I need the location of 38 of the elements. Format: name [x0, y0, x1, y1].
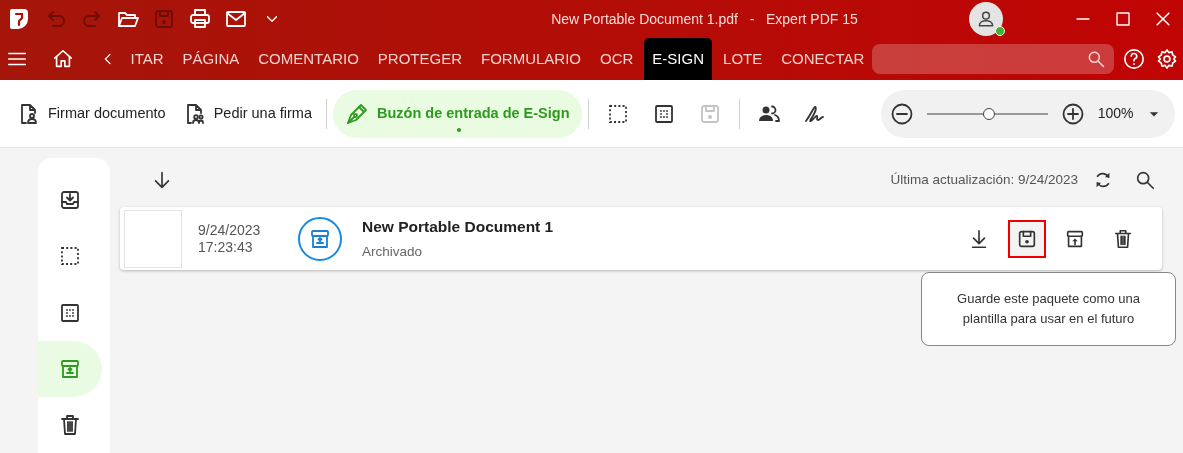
ribbon-tab[interactable]: FORMULARIO: [473, 38, 589, 80]
ribbon-tab[interactable]: E-SIGN: [644, 38, 713, 80]
help-icon[interactable]: [1122, 48, 1145, 70]
floppy-disk-icon-button[interactable]: [1008, 219, 1046, 258]
ribbon-tab[interactable]: ITAR: [122, 38, 172, 80]
ribbon-tab[interactable]: COMENTARIO: [250, 38, 367, 80]
toolbar-button[interactable]: Buzón de entrada de E-Sign: [333, 89, 582, 138]
ribbon-tab[interactable]: PÁGINA: [174, 38, 248, 80]
toolbar-button[interactable]: Pedir una firma: [173, 89, 320, 138]
document-thumbnail: [124, 209, 182, 268]
document-time: 17:23:43: [198, 238, 254, 256]
document-status: Archivado: [362, 242, 424, 261]
document-title: New Portable Document 1: [362, 217, 554, 238]
printer-icon[interactable]: [188, 7, 212, 31]
search-icon[interactable]: [1134, 169, 1156, 191]
settings-icon[interactable]: [1156, 48, 1179, 70]
tooltip: Guarde este paquete como una plantilla para usar en el futuro: [921, 272, 1176, 346]
window-title: New Portable Document 1.pdf - Expert PDF 15: [550, 9, 859, 29]
trash-icon: [58, 413, 82, 438]
document-date: 9/24/2023: [198, 221, 262, 239]
toolbar-button[interactable]: Firmar documento: [8, 89, 174, 138]
ribbon-tab[interactable]: OCR: [592, 38, 642, 80]
app-logo[interactable]: [8, 7, 30, 31]
user-avatar[interactable]: [969, 2, 1003, 36]
document-row[interactable]: 9/24/2023 17:23:43 New Portable Document 1 Archivado: [120, 207, 1162, 270]
zoom-in-icon[interactable]: [1060, 101, 1085, 126]
last-update-text: Última actualización: 9/24/2023: [890, 170, 1078, 189]
search-field[interactable]: [872, 44, 1115, 74]
ribbon-tab[interactable]: CONECTAR: [773, 38, 873, 80]
home-icon[interactable]: [52, 48, 75, 70]
online-status-dot: [995, 26, 1005, 36]
maximize-icon[interactable]: [1114, 9, 1132, 29]
person-icon: [976, 9, 996, 29]
slider-thumb[interactable]: [982, 107, 995, 120]
zoom-value: 100%: [1097, 104, 1134, 123]
ribbon-tab[interactable]: LOTE: [715, 38, 771, 80]
ribbon-tab[interactable]: PROTEGER: [369, 38, 470, 80]
zoom-out-icon[interactable]: [889, 101, 914, 126]
